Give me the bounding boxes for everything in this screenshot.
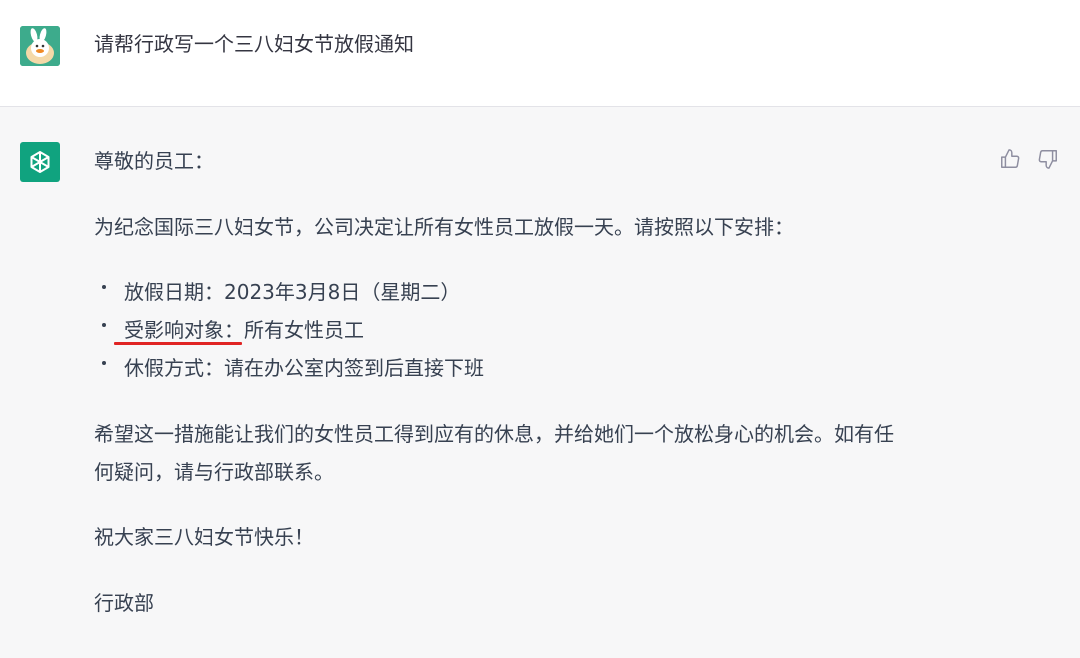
signature: 行政部: [94, 591, 154, 615]
closing-wish: 祝大家三八妇女节快乐！: [94, 525, 314, 549]
list-item-text: 受影响对象：所有女性员工: [124, 318, 364, 342]
thumbs-up-icon: [1001, 149, 1020, 168]
user-avatar: [20, 26, 60, 66]
list-item-text: 休假方式：请在办公室内签到后直接下班: [124, 356, 484, 380]
list-item-text: 放假日期：2023年3月8日（星期二）: [124, 280, 461, 304]
greeting: 尊敬的员工：: [94, 149, 214, 173]
red-underline-annotation: [114, 342, 242, 345]
duck-avatar-icon: [20, 26, 60, 66]
body-paragraph-line-1: 希望这一措施能让我们的女性员工得到应有的休息，并给她们一个放松身心的机会。如有任: [94, 422, 894, 446]
assistant-message-row: 尊敬的员工： 为纪念国际三八妇女节，公司决定让所有女性员工放假一天。请按照以下安…: [0, 107, 1080, 658]
thumbs-up-button[interactable]: [998, 147, 1022, 171]
bullet-dot: [102, 361, 106, 365]
body-paragraph-line-2: 何疑问，请与行政部联系。: [94, 460, 334, 484]
bullet-dot: [102, 323, 106, 327]
user-message-text: 请帮行政写一个三八妇女节放假通知: [94, 32, 414, 56]
intro-paragraph: 为纪念国际三八妇女节，公司决定让所有女性员工放假一天。请按照以下安排：: [94, 215, 794, 239]
bullet-dot: [102, 285, 106, 289]
assistant-avatar: [20, 142, 60, 182]
user-message-row: 请帮行政写一个三八妇女节放假通知: [0, 0, 1080, 107]
thumbs-down-button[interactable]: [1036, 147, 1060, 171]
thumbs-down-icon: [1038, 150, 1057, 169]
openai-logo-icon: [30, 151, 50, 173]
